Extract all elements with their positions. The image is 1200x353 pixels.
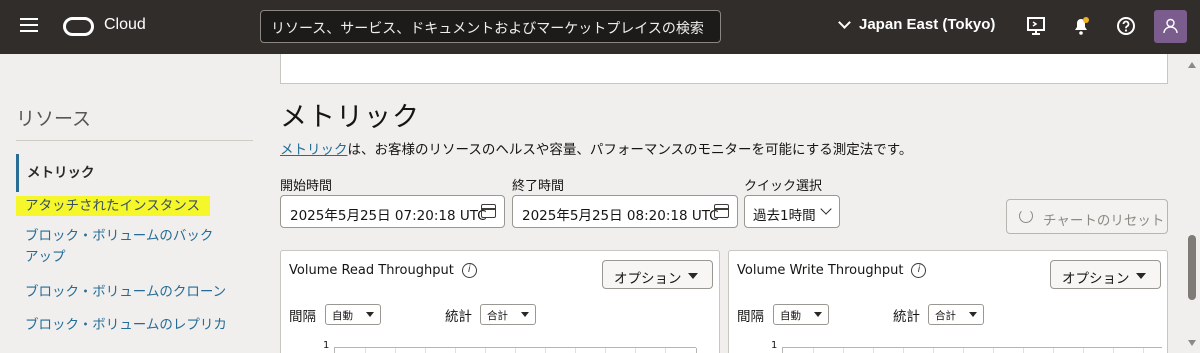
region-label: Japan East (Tokyo) [859, 16, 996, 33]
y-axis-tick: 1 [771, 340, 778, 351]
user-icon [1163, 18, 1178, 34]
interval-value: 自動 [332, 310, 353, 322]
search-input[interactable]: リソース、サービス、ドキュメントおよびマーケットプレイスの検索 [260, 10, 721, 43]
scroll-up-arrow-icon[interactable] [1188, 62, 1196, 68]
y-axis-tick: 1 [323, 340, 330, 351]
caret-down-icon [688, 273, 698, 279]
page-title: メトリック [280, 102, 420, 133]
interval-label: 間隔 [289, 309, 316, 325]
page-scrollbar[interactable] [1186, 54, 1200, 353]
reset-charts-label: チャートのリセット [1043, 213, 1165, 229]
options-button[interactable]: オプション [1050, 260, 1161, 289]
quick-select-dropdown[interactable]: 過去1時間 [744, 195, 840, 228]
chart-plot-area [782, 347, 1162, 353]
chart-title: Volume Read Throughput i [289, 263, 477, 278]
start-time-field[interactable]: 2025年5月25日 07:20:18 UTC [280, 195, 505, 228]
statistic-select[interactable]: 合計 [928, 304, 984, 325]
end-time-value: 2025年5月25日 08:20:18 UTC [522, 208, 719, 224]
sidebar-item-backups[interactable]: ブロック・ボリュームのバックアップ [16, 226, 226, 268]
resources-sidebar: リソース メトリック アタッチされたインスタンス ブロック・ボリュームのバックア… [0, 54, 255, 353]
chart-plot-area [334, 347, 697, 353]
caret-down-icon [814, 312, 822, 317]
caret-down-icon [969, 312, 977, 317]
caret-down-icon [521, 312, 529, 317]
info-icon[interactable]: i [461, 263, 477, 278]
interval-select[interactable]: 自動 [773, 304, 829, 325]
chart-title: Volume Write Throughput i [737, 263, 927, 278]
top-bar: Cloud リソース、サービス、ドキュメントおよびマーケットプレイスの検索 Ja… [0, 0, 1200, 54]
sidebar-item-replicas[interactable]: ブロック・ボリュームのレプリカ [16, 315, 246, 336]
sidebar-item-attached-instances[interactable]: アタッチされたインスタンス [16, 196, 210, 216]
statistic-value: 合計 [487, 310, 508, 322]
interval-value: 自動 [780, 310, 801, 322]
previous-panel [280, 54, 1168, 84]
chevron-down-icon [820, 203, 832, 215]
quick-select-label: クイック選択 [744, 179, 823, 194]
caret-down-icon [366, 312, 374, 317]
end-time-label: 終了時間 [512, 179, 565, 194]
reset-charts-button[interactable]: チャートのリセット [1006, 199, 1168, 234]
options-label: オプション [1062, 271, 1130, 287]
sidebar-divider [16, 140, 253, 141]
oracle-logo-icon[interactable] [63, 17, 94, 36]
sidebar-title: リソース [16, 108, 92, 130]
interval-select[interactable]: 自動 [325, 304, 381, 325]
chart-card-write-throughput: Volume Write Throughput i オプション 間隔 自動 統計… [728, 250, 1168, 353]
statistic-select[interactable]: 合計 [480, 304, 536, 325]
user-avatar[interactable] [1154, 10, 1187, 43]
description-text: は、お客様のリソースのヘルスや容量、パフォーマンスのモニターを可能にする測定法で… [347, 142, 913, 158]
sidebar-nav: メトリック アタッチされたインスタンス ブロック・ボリュームのバックアップ ブロ… [16, 154, 246, 336]
options-button[interactable]: オプション [602, 260, 713, 289]
start-time-value: 2025年5月25日 07:20:18 UTC [290, 208, 487, 224]
caret-down-icon [1136, 273, 1146, 279]
info-icon[interactable]: i [911, 263, 927, 278]
scrollbar-thumb[interactable] [1188, 235, 1196, 300]
sidebar-item-clones[interactable]: ブロック・ボリュームのクローン [16, 282, 246, 303]
region-selector[interactable]: Japan East (Tokyo) [838, 15, 996, 33]
chart-title-text: Volume Write Throughput [737, 263, 904, 278]
metrics-doc-link[interactable]: メトリック [280, 142, 348, 158]
page-description: メトリックは、お客様のリソースのヘルスや容量、パフォーマンスのモニターを可能にす… [280, 138, 912, 158]
refresh-icon [1019, 209, 1033, 223]
brand-label[interactable]: Cloud [104, 16, 146, 34]
statistic-label: 統計 [445, 309, 472, 325]
calendar-icon[interactable] [714, 204, 729, 218]
quick-select-value: 過去1時間 [753, 208, 816, 224]
cloud-shell-icon[interactable] [1025, 15, 1047, 37]
interval-label: 間隔 [737, 309, 764, 325]
calendar-icon[interactable] [481, 204, 496, 218]
notification-bell-icon[interactable] [1070, 15, 1092, 37]
help-icon[interactable] [1115, 15, 1137, 37]
statistic-label: 統計 [893, 309, 920, 325]
chevron-down-icon [838, 15, 851, 29]
statistic-value: 合計 [935, 310, 956, 322]
scroll-down-arrow-icon[interactable] [1188, 340, 1196, 346]
end-time-field[interactable]: 2025年5月25日 08:20:18 UTC [512, 195, 738, 228]
menu-icon[interactable] [20, 18, 38, 32]
options-label: オプション [614, 271, 682, 287]
start-time-label: 開始時間 [280, 179, 333, 194]
chart-title-text: Volume Read Throughput [289, 263, 454, 278]
chart-card-read-throughput: Volume Read Throughput i オプション 間隔 自動 統計 … [280, 250, 720, 353]
sidebar-item-metrics[interactable]: メトリック [16, 154, 246, 192]
